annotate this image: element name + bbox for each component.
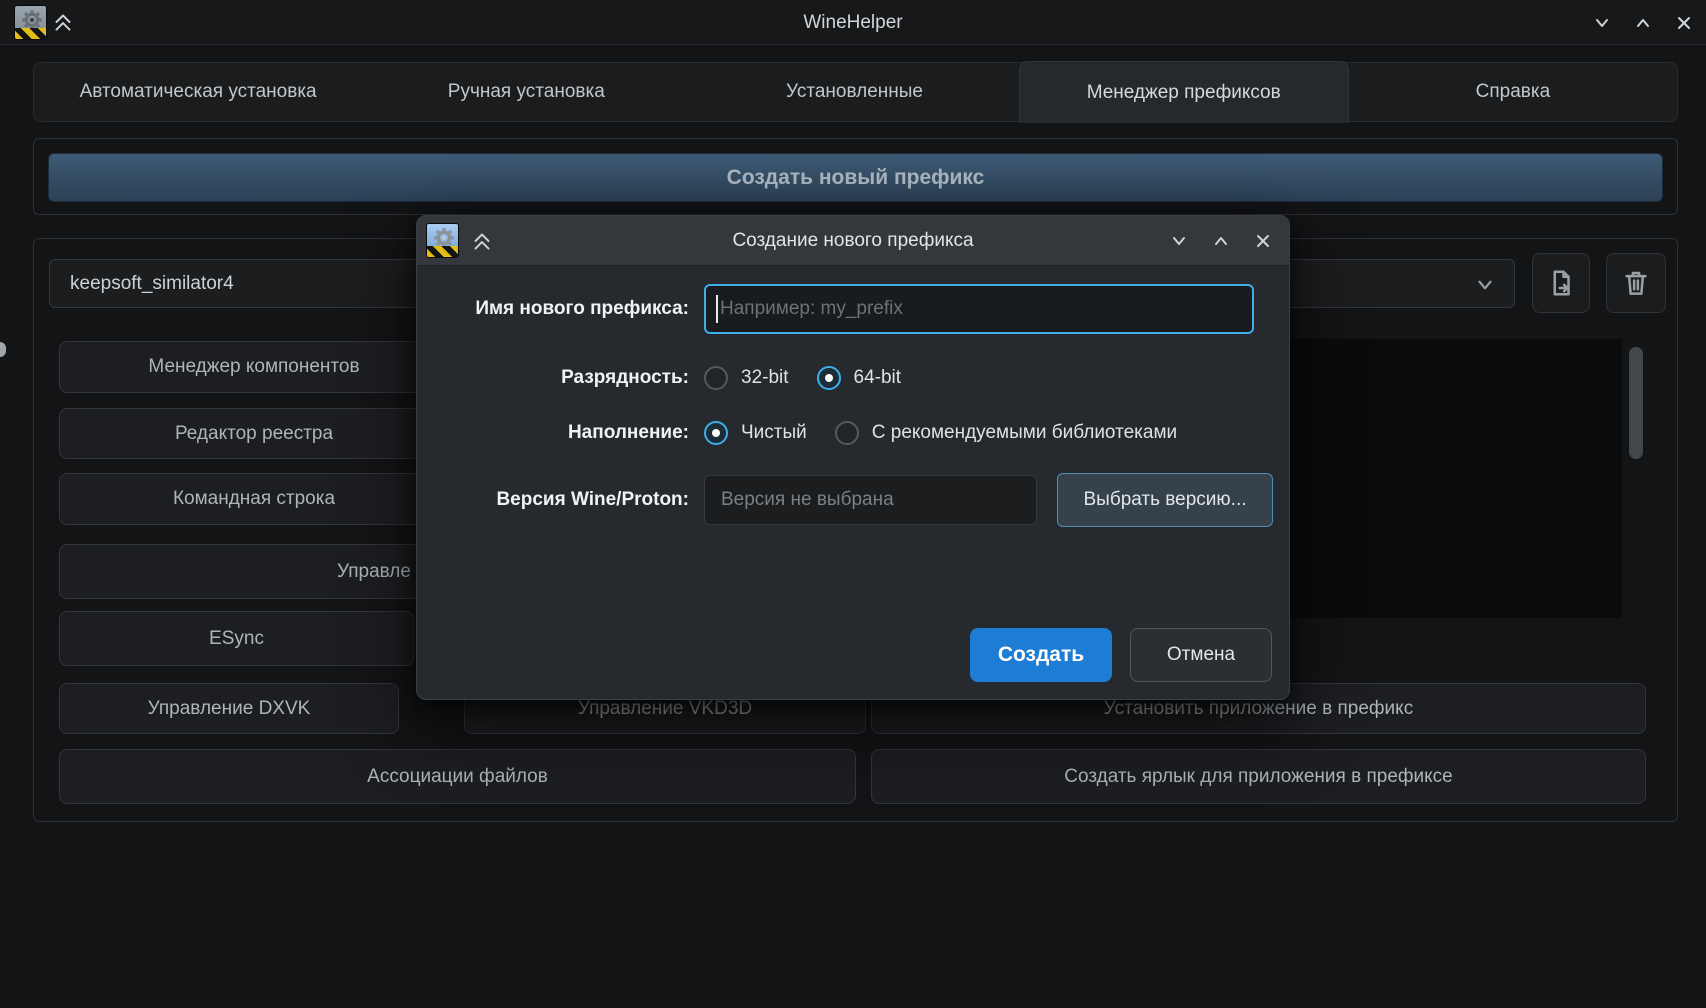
maximize-button[interactable] [1631,11,1655,35]
radio-64bit[interactable] [817,366,841,390]
trash-icon [1621,268,1651,298]
export-prefix-button[interactable] [1532,253,1590,313]
tab-help[interactable]: Справка [1349,63,1677,121]
wine-version-label: Версия Wine/Proton: [447,475,689,525]
create-shortcut-button[interactable]: Создать ярлык для приложения в префиксе [871,749,1646,804]
screen-edge-peek [0,342,6,357]
cancel-button[interactable]: Отмена [1130,628,1272,682]
fill-radio-group: Чистый С рекомендуемыми библиотеками [704,419,1177,447]
delete-prefix-button[interactable] [1606,253,1666,313]
esync-button[interactable]: ESync [59,611,414,666]
prefix-select-value: keepsoft_similator4 [70,273,234,294]
registry-editor-button[interactable]: Редактор реестра [59,408,449,459]
create-new-prefix-button[interactable]: Создать новый префикс [48,153,1663,202]
file-associations-button[interactable]: Ассоциации файлов [59,749,856,804]
dialog-close-button[interactable] [1251,229,1275,253]
file-export-icon [1546,268,1576,298]
scrollbar-thumb[interactable] [1629,347,1643,459]
tab-prefix-manager[interactable]: Менеджер префиксов [1019,61,1349,123]
dxvk-button[interactable]: Управление DXVK [59,683,399,734]
wine-version-value: Версия не выбрана [704,475,1037,525]
tab-installed[interactable]: Установленные [690,63,1018,121]
command-line-button[interactable]: Командная строка [59,473,449,525]
dialog-titlebar: Создание нового префикса [417,216,1289,266]
prefix-name-field-wrap [704,284,1254,334]
radio-32bit[interactable] [704,366,728,390]
radio-32bit-label[interactable]: 32-bit [741,367,789,389]
radio-recommended-libs[interactable] [835,421,859,445]
prefix-name-label: Имя нового префикса: [447,284,689,334]
dialog-title: Создание нового префикса [417,216,1289,266]
components-manager-button[interactable]: Менеджер компонентов [59,341,449,393]
choose-version-button[interactable]: Выбрать версию... [1057,473,1273,527]
radio-clean[interactable] [704,421,728,445]
radio-64bit-label[interactable]: 64-bit [854,367,902,389]
create-prefix-panel: Создать новый префикс [33,138,1678,215]
tab-bar: Автоматическая установка Ручная установк… [33,62,1678,122]
winehelper-window: WineHelper Автоматическая установка Ручн… [0,0,1706,1008]
arch-radio-group: 32-bit 64-bit [704,364,901,392]
close-button[interactable] [1672,11,1696,35]
window-title: WineHelper [0,0,1706,45]
create-button[interactable]: Создать [970,628,1112,682]
fill-label: Наполнение: [447,419,689,447]
prefix-name-input[interactable] [704,284,1254,334]
create-prefix-dialog: Создание нового префикса Имя нового преф… [416,215,1290,700]
text-caret [716,295,718,323]
dialog-minimize-button[interactable] [1167,229,1191,253]
arch-label: Разрядность: [447,364,689,392]
radio-recommended-libs-label[interactable]: С рекомендуемыми библиотеками [872,422,1177,444]
tab-auto-install[interactable]: Автоматическая установка [34,63,362,121]
chevron-down-icon [1474,274,1496,296]
titlebar: WineHelper [0,0,1706,45]
tab-manual-install[interactable]: Ручная установка [362,63,690,121]
minimize-button[interactable] [1590,11,1614,35]
dialog-maximize-button[interactable] [1209,229,1233,253]
radio-clean-label[interactable]: Чистый [741,422,807,444]
